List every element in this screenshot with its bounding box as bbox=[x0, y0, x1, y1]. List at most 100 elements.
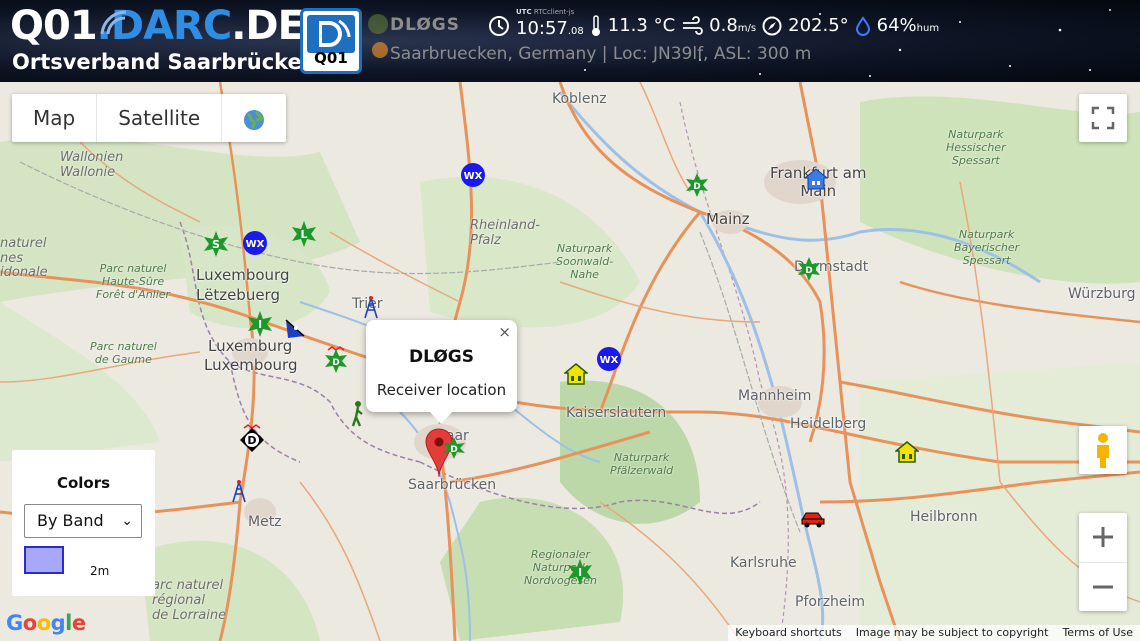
svg-text:D: D bbox=[805, 266, 812, 276]
popup-title: DLØGS bbox=[409, 347, 474, 367]
hiker-icon[interactable] bbox=[350, 400, 364, 428]
map-type-satellite-button[interactable]: Satellite bbox=[97, 94, 223, 142]
label-karlsruhe: Karlsruhe bbox=[730, 555, 797, 571]
svg-text:WX: WX bbox=[246, 239, 265, 250]
globe-icon bbox=[244, 109, 265, 130]
wind-speed-unit: m/s bbox=[737, 23, 757, 34]
plus-icon bbox=[1093, 527, 1113, 547]
label-parc-gaume: Parc naturel de Gaume bbox=[90, 340, 157, 366]
star-marker-d-icon[interactable]: D bbox=[684, 172, 710, 198]
svg-text:I: I bbox=[258, 318, 262, 331]
terms-of-use-link[interactable]: Terms of Use bbox=[1055, 625, 1140, 641]
popup-close-button[interactable]: × bbox=[498, 323, 511, 341]
zoom-out-button[interactable] bbox=[1079, 563, 1127, 611]
radio-tower-icon[interactable] bbox=[362, 294, 380, 320]
d-logo-icon bbox=[319, 19, 351, 47]
satellite-dish-icon[interactable] bbox=[282, 316, 308, 340]
label-park-bayerischer-spessart: Naturpark Bayerischer Spessart bbox=[954, 228, 1020, 267]
legend-swatch-2m bbox=[24, 546, 64, 574]
humidity-drop-icon bbox=[855, 15, 870, 36]
digipeater-d-icon[interactable]: D bbox=[238, 424, 266, 454]
weather-bar: UTC RTCclient-js 10:57.08 11.3 °C 0.8m/s… bbox=[488, 8, 940, 39]
star-marker-i-icon[interactable]: I bbox=[246, 310, 274, 338]
star-marker-d-icon[interactable]: D bbox=[323, 346, 349, 374]
site-subtitle: Ortsverband Saarbrücken bbox=[12, 50, 317, 74]
color-mode-select[interactable]: By Band ⌄ bbox=[24, 504, 142, 538]
wind-icon bbox=[683, 15, 704, 35]
star-marker-l-icon[interactable]: L bbox=[290, 220, 318, 248]
clock-icon bbox=[489, 15, 509, 36]
star-marker-d-icon[interactable]: D bbox=[796, 256, 822, 282]
star-marker-i-icon[interactable]: I bbox=[566, 558, 594, 586]
time-seconds: .08 bbox=[567, 26, 584, 37]
street-view-pegman-button[interactable] bbox=[1079, 426, 1127, 474]
label-park-hessischer-spessart: Naturpark Hessischer Spessart bbox=[946, 128, 1006, 167]
label-pforzheim: Pforzheim bbox=[795, 594, 866, 610]
station-location: Saarbruecken, Germany | Loc: JN39lf, ASL… bbox=[390, 44, 812, 64]
svg-text:I: I bbox=[578, 566, 582, 579]
wind-direction-value: 202.5° bbox=[788, 15, 849, 36]
wind-speed-value: 0.8 bbox=[709, 15, 738, 36]
wx-station-marker[interactable]: WX bbox=[460, 162, 486, 188]
station-info-popup: × DLØGS Receiver location bbox=[366, 320, 517, 424]
label-heilbronn: Heilbronn bbox=[910, 509, 978, 525]
map-type-globe-button[interactable] bbox=[222, 94, 286, 142]
house-marker-yellow-icon[interactable] bbox=[895, 441, 919, 463]
label-park-haute-sure: Parc naturel Haute-Sûre Forêt d'Anlier bbox=[96, 262, 171, 301]
label-park-soonwald: Naturpark Soonwald- Nahe bbox=[556, 242, 614, 281]
site-header: Q01.DARC.DE Ortsverband Saarbrücken Q01 … bbox=[0, 0, 1140, 82]
label-letzebuerg: Lëtzebuerg bbox=[196, 286, 280, 304]
google-logo[interactable]: Google bbox=[6, 611, 86, 635]
label-naturel: naturel nes bbox=[0, 236, 47, 266]
star-marker-s-icon[interactable]: S bbox=[202, 230, 230, 258]
wx-station-marker[interactable]: WX bbox=[242, 230, 268, 256]
label-idonale: idonale bbox=[0, 265, 48, 280]
svg-text:D: D bbox=[450, 445, 457, 455]
star-marker-d-icon[interactable]: D bbox=[442, 436, 466, 460]
site-logo-text[interactable]: Q01.DARC.DE bbox=[10, 2, 305, 50]
time-value: 10:57 bbox=[516, 18, 568, 39]
station-callsign: DLØGS bbox=[390, 15, 460, 35]
car-icon[interactable] bbox=[800, 508, 826, 528]
label-koblenz: Koblenz bbox=[552, 91, 607, 107]
house-marker-blue-icon[interactable] bbox=[804, 168, 828, 190]
humidity-value: 64% bbox=[876, 15, 917, 36]
humidity-unit: hum bbox=[916, 23, 940, 34]
label-heidelberg: Heidelberg bbox=[790, 416, 867, 432]
map-canvas[interactable]: Koblenz Wallonien Wallonie Rheinland- Pf… bbox=[0, 82, 1140, 641]
svg-text:S: S bbox=[212, 238, 220, 251]
zoom-in-button[interactable] bbox=[1079, 513, 1127, 563]
label-luxemburg-city: Luxemburg bbox=[208, 337, 293, 355]
house-marker-yellow-icon[interactable] bbox=[564, 363, 588, 385]
thermometer-icon bbox=[591, 14, 600, 36]
utc-label: UTC RTCclient-js bbox=[516, 8, 575, 16]
label-luxembourg-country: Luxembourg bbox=[196, 266, 290, 284]
temperature-value: 11.3 °C bbox=[607, 15, 676, 36]
label-mainz: Mainz bbox=[706, 210, 750, 228]
svg-text:D: D bbox=[247, 434, 256, 447]
svg-text:WX: WX bbox=[600, 355, 619, 366]
svg-text:D: D bbox=[693, 182, 700, 192]
pegman-icon bbox=[1097, 433, 1109, 468]
zoom-control bbox=[1079, 513, 1127, 611]
legend-title: Colors bbox=[56, 474, 111, 492]
minus-icon bbox=[1093, 585, 1113, 589]
legend-band-label: 2m bbox=[90, 564, 110, 578]
fullscreen-icon bbox=[1091, 106, 1115, 130]
wx-station-marker[interactable]: WX bbox=[596, 346, 622, 372]
keyboard-shortcuts-link[interactable]: Keyboard shortcuts bbox=[728, 625, 849, 641]
label-wallonien: Wallonien Wallonie bbox=[60, 150, 124, 180]
svg-text:L: L bbox=[300, 228, 307, 241]
radio-tower-icon[interactable] bbox=[230, 478, 248, 504]
q01-tile-label: Q01 bbox=[314, 49, 348, 67]
color-legend-panel: Colors By Band ⌄ 2m bbox=[12, 450, 155, 596]
label-park-pfaelzerwald: Naturpark Pfälzerwald bbox=[610, 451, 674, 477]
map-type-map-button[interactable]: Map bbox=[12, 94, 98, 142]
label-metz: Metz bbox=[248, 514, 282, 530]
label-saarbruecken: Saarbrücken bbox=[408, 477, 497, 493]
fullscreen-button[interactable] bbox=[1079, 94, 1127, 142]
q01-logo-tile[interactable]: Q01 bbox=[300, 8, 362, 74]
chevron-down-icon: ⌄ bbox=[121, 513, 133, 529]
map-footer: Keyboard shortcuts Image may be subject … bbox=[728, 625, 1140, 641]
wifi-logo-icon bbox=[100, 10, 127, 35]
